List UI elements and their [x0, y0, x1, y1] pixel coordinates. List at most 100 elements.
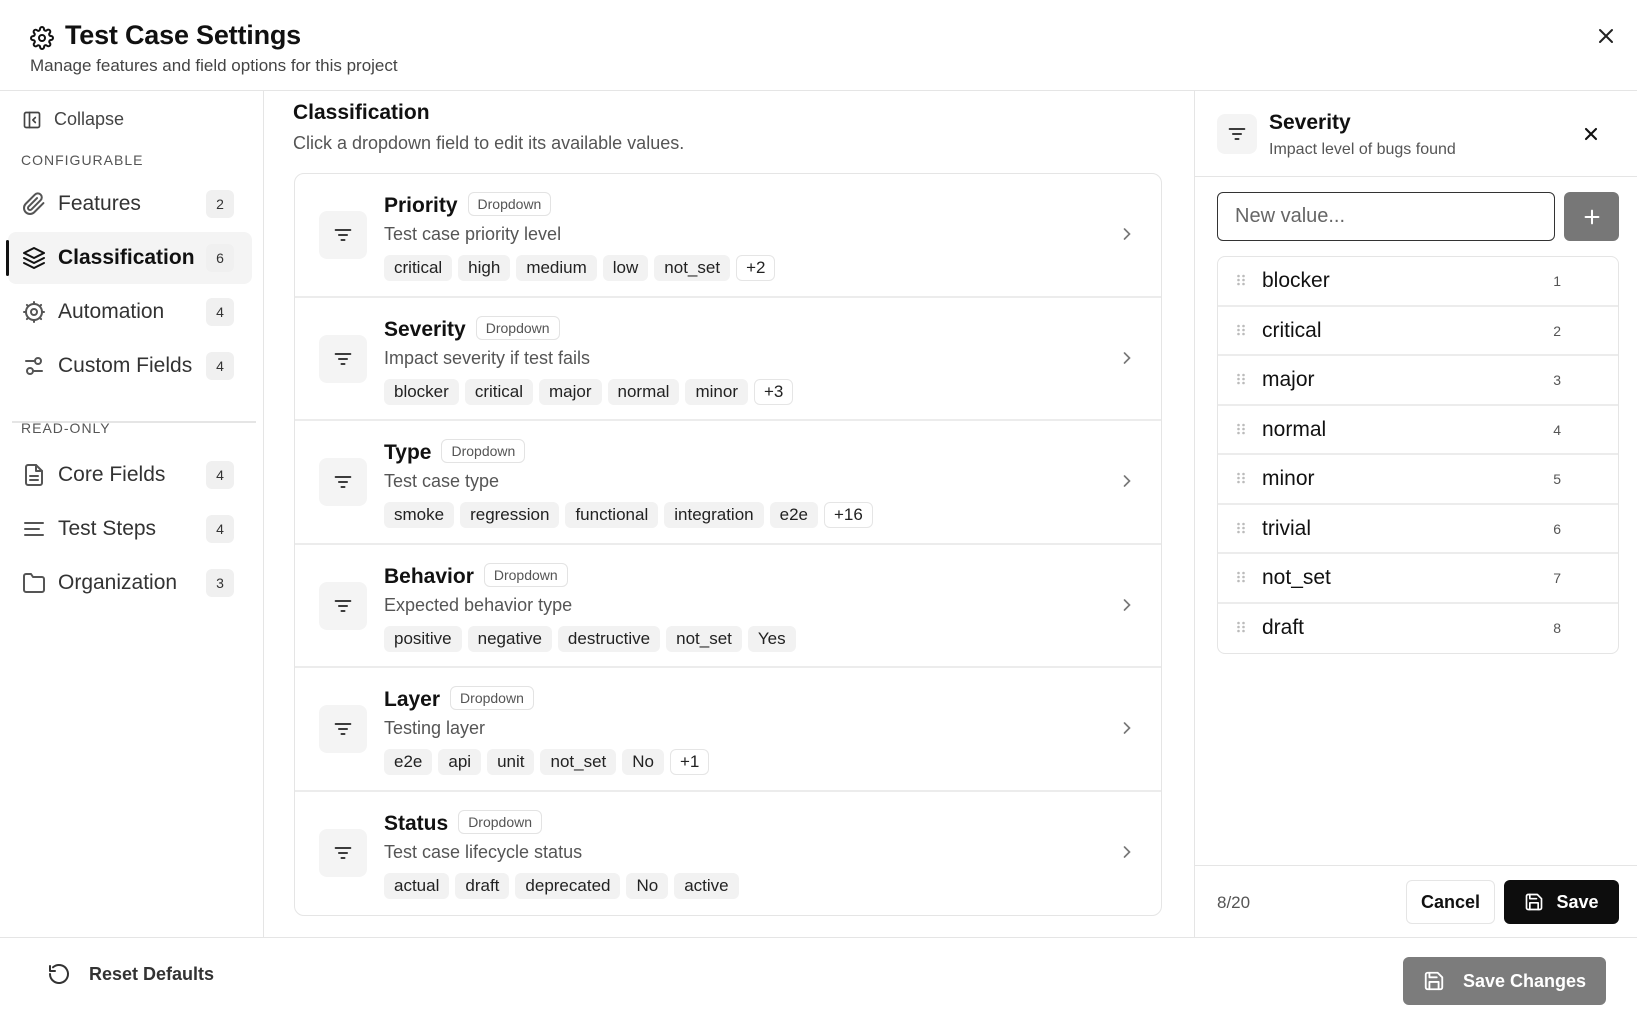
drag-handle-icon[interactable]: [1236, 373, 1246, 389]
field-card-type[interactable]: Type Dropdown Test case type smoke regres…: [295, 421, 1161, 545]
value-chips: e2e api unit not_set No +1: [384, 749, 710, 775]
value-chip: major: [538, 378, 602, 405]
sidebar-item-organization[interactable]: Organization 3: [8, 557, 252, 609]
value-chip: Yes: [747, 625, 796, 652]
paperclip-icon: [23, 192, 45, 215]
filter-icon: [319, 705, 367, 753]
close-icon[interactable]: [1581, 124, 1601, 144]
chevron-right-icon: [1123, 228, 1131, 240]
sidebar-item-classification[interactable]: Classification 6: [6, 232, 252, 284]
save-icon: [1424, 971, 1444, 991]
value-chip: high: [458, 255, 511, 281]
sidebar-item-label: Classification: [58, 246, 195, 269]
value-row[interactable]: blocker 1: [1218, 257, 1618, 307]
value-row[interactable]: draft 8: [1218, 604, 1618, 654]
new-value-input[interactable]: [1217, 192, 1555, 241]
value-chips: blocker critical major normal minor +3: [384, 378, 794, 405]
value-chip: normal: [607, 378, 680, 405]
field-name: Severity: [384, 317, 466, 341]
value-label: minor: [1262, 467, 1315, 490]
drag-handle-icon[interactable]: [1236, 274, 1246, 290]
drag-handle-icon[interactable]: [1236, 324, 1246, 340]
value-row[interactable]: normal 4: [1218, 406, 1618, 455]
field-card-behavior[interactable]: Behavior Dropdown Expected behavior type …: [295, 545, 1161, 668]
value-chip: medium: [516, 255, 597, 281]
value-label: not_set: [1262, 566, 1331, 589]
field-card-severity[interactable]: Severity Dropdown Impact severity if test…: [295, 298, 1161, 421]
value-row[interactable]: critical 2: [1218, 307, 1618, 356]
filter-icon: [319, 334, 367, 383]
panel-title: Severity: [1269, 111, 1351, 134]
drag-handle-icon[interactable]: [1236, 472, 1246, 488]
field-name: Priority: [384, 194, 458, 217]
sidebar-item-custom-fields[interactable]: Custom Fields 4: [8, 340, 252, 392]
field-card-priority[interactable]: Priority Dropdown Test case priority leve…: [295, 174, 1161, 298]
sidebar-item-core-fields[interactable]: Core Fields 4: [8, 449, 252, 501]
value-row[interactable]: trivial 6: [1218, 505, 1618, 554]
value-chip: active: [674, 872, 739, 899]
value-chip: positive: [384, 625, 462, 652]
drag-handle-icon[interactable]: [1236, 423, 1246, 439]
count-badge: 4: [206, 461, 234, 489]
value-index: 5: [1553, 471, 1561, 487]
value-index: 1: [1553, 273, 1561, 289]
value-row[interactable]: major 3: [1218, 356, 1618, 406]
drag-handle-icon[interactable]: [1236, 571, 1246, 587]
field-name: Status: [384, 811, 449, 835]
field-description: Test case lifecycle status: [384, 841, 583, 862]
value-row[interactable]: not_set 7: [1218, 554, 1618, 604]
value-label: major: [1262, 368, 1315, 391]
reset-defaults-button[interactable]: Reset Defaults: [47, 962, 214, 986]
field-type-badge: Dropdown: [467, 192, 552, 216]
folder-icon: [23, 573, 45, 593]
sliders-icon: [25, 357, 43, 375]
count-badge: 2: [206, 190, 234, 218]
main-content: Classification Click a dropdown field to…: [264, 91, 1194, 937]
value-label: trivial: [1262, 516, 1312, 540]
add-value-button[interactable]: [1564, 192, 1619, 241]
value-index: 7: [1553, 570, 1561, 586]
value-index: 4: [1553, 421, 1561, 438]
field-type-badge: Dropdown: [483, 562, 568, 587]
value-label: critical: [1262, 318, 1322, 342]
collapse-label: Collapse: [54, 109, 125, 129]
value-chip: minor: [685, 378, 748, 405]
value-index: 8: [1553, 619, 1561, 636]
cancel-button[interactable]: Cancel: [1406, 880, 1495, 924]
value-row[interactable]: minor 5: [1218, 455, 1618, 505]
chevron-right-icon: [1123, 598, 1131, 611]
close-icon[interactable]: [1594, 24, 1618, 48]
collapse-button[interactable]: Collapse: [22, 109, 124, 130]
page-subtitle: Click a dropdown field to edit its avail…: [293, 133, 685, 153]
value-count: 8/20: [1217, 893, 1251, 912]
value-chip: not_set: [540, 749, 617, 775]
value-chip: critical: [384, 255, 453, 281]
save-changes-button[interactable]: Save Changes: [1403, 957, 1606, 1005]
value-chip: not_set: [654, 255, 731, 281]
drag-handle-icon[interactable]: [1236, 522, 1246, 538]
value-index: 6: [1553, 520, 1561, 537]
value-chip: critical: [464, 378, 533, 405]
sidebar-item-label: Custom Fields: [58, 354, 193, 377]
value-chip: e2e: [769, 502, 818, 528]
save-icon: [1526, 893, 1543, 911]
value-chip: negative: [467, 625, 552, 652]
more-values-chip: +3: [753, 378, 794, 405]
save-button[interactable]: Save: [1504, 880, 1619, 924]
reset-icon: [49, 964, 69, 984]
drag-handle-icon[interactable]: [1236, 621, 1246, 637]
chevron-right-icon: [1123, 722, 1131, 734]
field-card-status[interactable]: Status Dropdown Test case lifecycle statu…: [295, 792, 1161, 916]
value-chips: positive negative destructive not_set Ye…: [384, 625, 796, 652]
panel-subtitle: Impact level of bugs found: [1269, 141, 1456, 158]
sidebar-item-features[interactable]: Features 2: [8, 178, 252, 230]
sidebar-item-label: Organization: [58, 571, 178, 594]
value-index: 2: [1553, 322, 1561, 339]
value-chip: functional: [565, 502, 659, 528]
sidebar-collapse-icon: [23, 111, 41, 128]
field-card-layer[interactable]: Layer Dropdown Testing layer e2e api unit…: [295, 668, 1161, 792]
sidebar-item-automation[interactable]: Automation 4: [8, 286, 252, 338]
gear-icon: [30, 26, 54, 50]
field-type-badge: Dropdown: [450, 686, 534, 710]
sidebar-item-test-steps[interactable]: Test Steps 4: [8, 503, 252, 555]
